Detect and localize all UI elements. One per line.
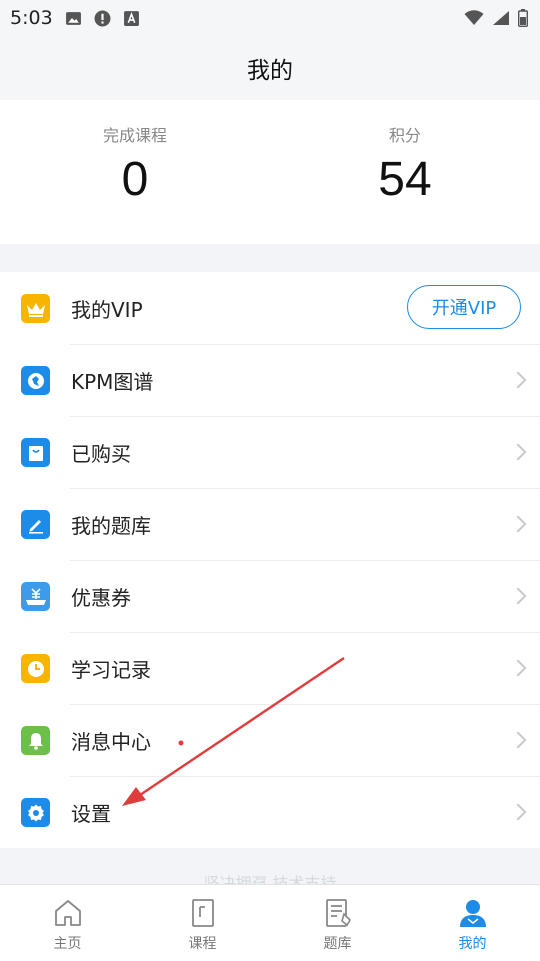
wifi-icon <box>464 10 484 25</box>
pencil-icon <box>21 510 50 539</box>
signal-icon <box>493 11 509 25</box>
nav-label: 题库 <box>323 936 352 952</box>
home-icon <box>54 900 81 926</box>
menu-item-vip[interactable]: 我的VIP 开通VIP <box>0 272 540 344</box>
menu-item-messages[interactable]: 消息中心 <box>0 704 540 776</box>
nav-item-mine[interactable]: 我的 <box>405 885 540 961</box>
footer-text: 坚决拥趸 技术支持 <box>203 874 337 884</box>
page-header: 我的 <box>0 36 540 100</box>
menu-item-study-records[interactable]: 学习记录 <box>0 632 540 704</box>
book-icon <box>191 899 214 927</box>
menu-item-label: 优惠券 <box>71 585 131 610</box>
chevron-right-icon <box>509 731 527 749</box>
menu-item-label: 我的VIP <box>71 297 143 322</box>
chevron-right-icon <box>509 803 527 821</box>
menu-item-label: KPM图谱 <box>71 369 154 394</box>
clock-icon <box>21 654 50 683</box>
menu-item-label: 学习记录 <box>71 657 151 682</box>
yuan-coupon-icon <box>21 582 50 611</box>
menu-item-settings[interactable]: 设置 <box>0 776 540 848</box>
page-title: 我的 <box>247 58 293 84</box>
stat-label: 完成课程 <box>102 126 167 145</box>
menu-item-label: 设置 <box>71 801 111 826</box>
chevron-right-icon <box>509 371 527 389</box>
status-bar: 5:03 <box>0 0 540 36</box>
menu-item-label: 已购买 <box>71 441 131 466</box>
shopping-bag-icon <box>21 438 50 467</box>
menu-list: 我的VIP 开通VIP KPM图谱 已购买 我的题库 优惠券 学习记录 消息中心… <box>0 272 540 848</box>
stat-label: 积分 <box>388 126 421 145</box>
gear-icon <box>21 798 50 827</box>
bell-icon <box>21 726 50 755</box>
nav-label: 我的 <box>458 936 487 952</box>
profile-icon <box>459 900 486 927</box>
chevron-right-icon <box>509 515 527 533</box>
menu-item-kpm-map[interactable]: KPM图谱 <box>0 344 540 416</box>
battery-icon <box>518 9 528 27</box>
menu-item-question-bank[interactable]: 我的题库 <box>0 488 540 560</box>
status-time: 5:03 <box>10 7 53 29</box>
font-icon <box>123 10 139 26</box>
image-icon <box>65 11 81 25</box>
menu-item-coupons[interactable]: 优惠券 <box>0 560 540 632</box>
nav-item-question-bank[interactable]: 题库 <box>270 885 405 961</box>
chevron-right-icon <box>509 443 527 461</box>
stats-panel: 完成课程 0 积分 54 <box>0 100 540 244</box>
menu-item-purchased[interactable]: 已购买 <box>0 416 540 488</box>
stat-value: 0 <box>121 153 149 206</box>
nav-label: 课程 <box>188 936 217 952</box>
menu-item-label: 消息中心 <box>71 729 151 754</box>
alert-icon <box>94 10 111 26</box>
bottom-nav: 主页 课程 题库 我的 <box>0 884 540 961</box>
question-bank-icon <box>325 899 351 927</box>
stat-value: 54 <box>378 153 432 206</box>
crown-icon <box>21 294 50 323</box>
nav-item-courses[interactable]: 课程 <box>135 885 270 961</box>
stat-completed-courses[interactable]: 完成课程 0 <box>0 100 270 244</box>
nav-item-home[interactable]: 主页 <box>0 885 135 961</box>
open-vip-button[interactable]: 开通VIP <box>407 285 521 329</box>
chevron-right-icon <box>509 659 527 677</box>
stat-points[interactable]: 积分 54 <box>270 100 540 244</box>
menu-item-label: 我的题库 <box>71 513 151 538</box>
globe-icon <box>21 366 50 395</box>
chevron-right-icon <box>509 587 527 605</box>
nav-label: 主页 <box>53 936 82 952</box>
